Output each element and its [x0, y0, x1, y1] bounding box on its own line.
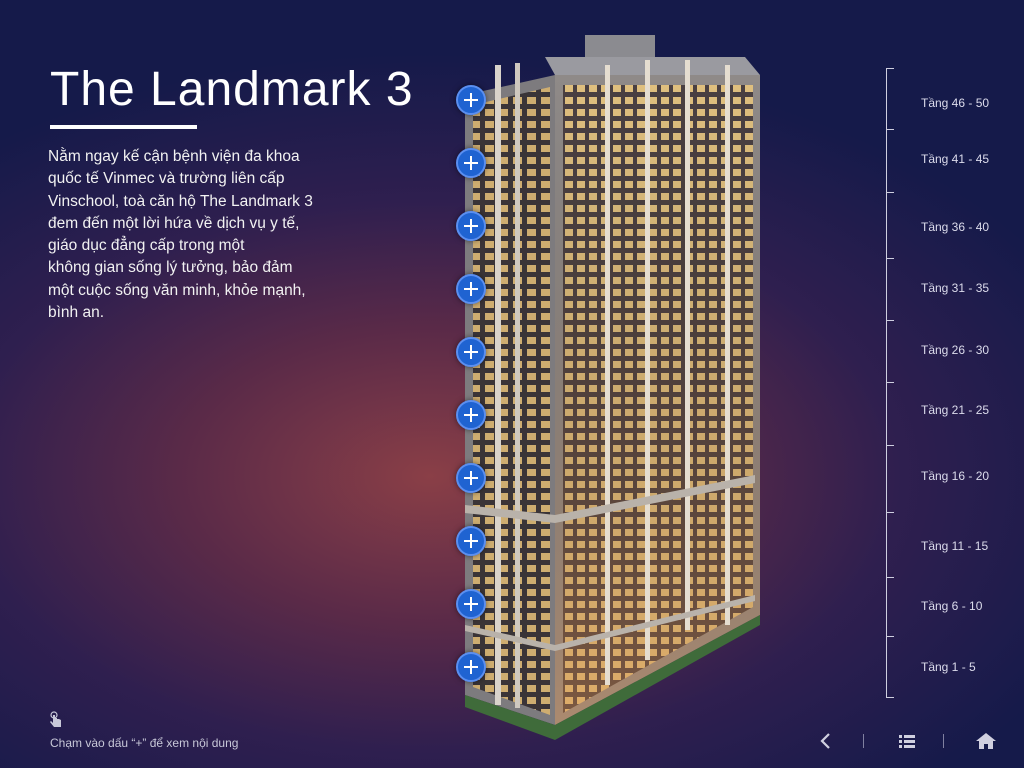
description-line: Nằm ngay kế cận bệnh viện đa khoa — [48, 148, 300, 165]
building-image — [465, 35, 760, 740]
plus-button-floor-1-5[interactable] — [456, 652, 486, 682]
floor-tick — [886, 192, 894, 193]
plus-button-floor-21-25[interactable] — [456, 400, 486, 430]
hint-text: Chạm vào dấu “+” để xem nội dung — [50, 736, 239, 750]
floor-tick — [886, 382, 894, 383]
list-icon[interactable] — [895, 730, 919, 752]
plus-button-floor-31-35[interactable] — [456, 274, 486, 304]
floor-label-6-10[interactable]: Tầng 6 - 10 — [921, 599, 982, 613]
floor-label-11-15[interactable]: Tầng 11 - 15 — [921, 539, 988, 553]
plus-button-floor-11-15[interactable] — [456, 526, 486, 556]
floor-label-21-25[interactable]: Tầng 21 - 25 — [921, 403, 989, 417]
plus-button-floor-16-20[interactable] — [456, 463, 486, 493]
page-title: The Landmark 3 — [50, 63, 414, 116]
home-icon[interactable] — [974, 730, 998, 752]
floor-label-31-35[interactable]: Tầng 31 - 35 — [921, 281, 989, 295]
description-line: Vinschool, toà căn hộ The Landmark 3 — [48, 192, 313, 210]
floor-tick — [886, 320, 894, 321]
nav-divider — [943, 734, 944, 748]
description-line: một cuộc sống văn minh, khỏe mạnh, — [48, 281, 306, 299]
plus-button-floor-41-45[interactable] — [456, 148, 486, 178]
floor-tick — [886, 445, 894, 446]
floor-tick — [886, 258, 894, 259]
floor-label-36-40[interactable]: Tầng 36 - 40 — [921, 220, 989, 234]
nav-divider — [863, 734, 864, 748]
floor-label-46-50[interactable]: Tầng 46 - 50 — [921, 96, 989, 110]
plus-button-floor-46-50[interactable] — [456, 85, 486, 115]
floor-scale — [886, 68, 894, 698]
plus-button-floor-26-30[interactable] — [456, 337, 486, 367]
description-line: không gian sống lý tưởng, bảo đảm — [48, 259, 293, 277]
floor-tick — [886, 636, 894, 637]
floor-tick — [886, 129, 894, 130]
description-line: quốc tế Vinmec và trường liên cấp — [48, 170, 285, 188]
description-line: bình an. — [48, 304, 105, 322]
description-line: đem đến một lời hứa về dịch vụ y tế, — [48, 214, 300, 232]
chevron-left-icon[interactable] — [814, 730, 838, 752]
description: Nằm ngay kế cận bệnh viện đa khoa quốc t… — [48, 146, 368, 324]
floor-label-26-30[interactable]: Tầng 26 - 30 — [921, 343, 989, 357]
floor-tick — [886, 512, 894, 513]
title-underline — [50, 125, 197, 129]
tap-hand-icon — [50, 711, 61, 727]
plus-button-floor-6-10[interactable] — [456, 589, 486, 619]
description-line: giáo dục đẳng cấp trong một — [48, 237, 245, 255]
plus-button-floor-36-40[interactable] — [456, 211, 486, 241]
floor-label-1-5[interactable]: Tầng 1 - 5 — [921, 660, 976, 674]
floor-label-16-20[interactable]: Tầng 16 - 20 — [921, 469, 989, 483]
floor-label-41-45[interactable]: Tầng 41 - 45 — [921, 152, 989, 166]
floor-tick — [886, 577, 894, 578]
